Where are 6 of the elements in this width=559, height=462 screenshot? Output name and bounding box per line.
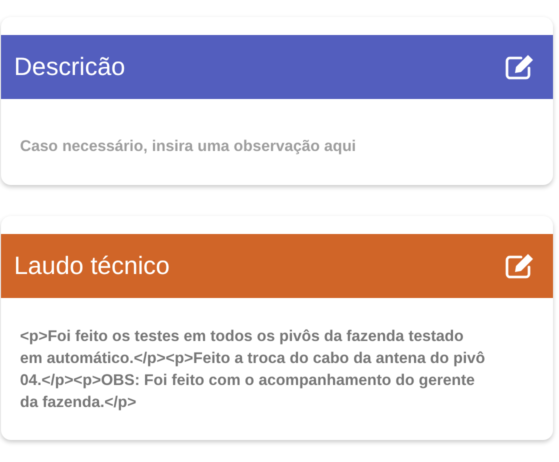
card-text: Caso necessário, insira uma observação aqui <box>19 137 357 157</box>
edit-icon[interactable] <box>505 253 535 279</box>
card-text: <p>Foi feito os testes em todos os pivôs da fazenda testado em automático.</p><p>Feito a troca do cabo da antena do pivô 04.</p><p>OBS: Foi feito com o acompanhamento do gerente da fazenda.</p> <box>19 327 486 413</box>
card-title: Descricão <box>14 52 126 82</box>
edit-icon[interactable] <box>505 54 535 80</box>
card-title: Laudo técnico <box>14 252 170 280</box>
